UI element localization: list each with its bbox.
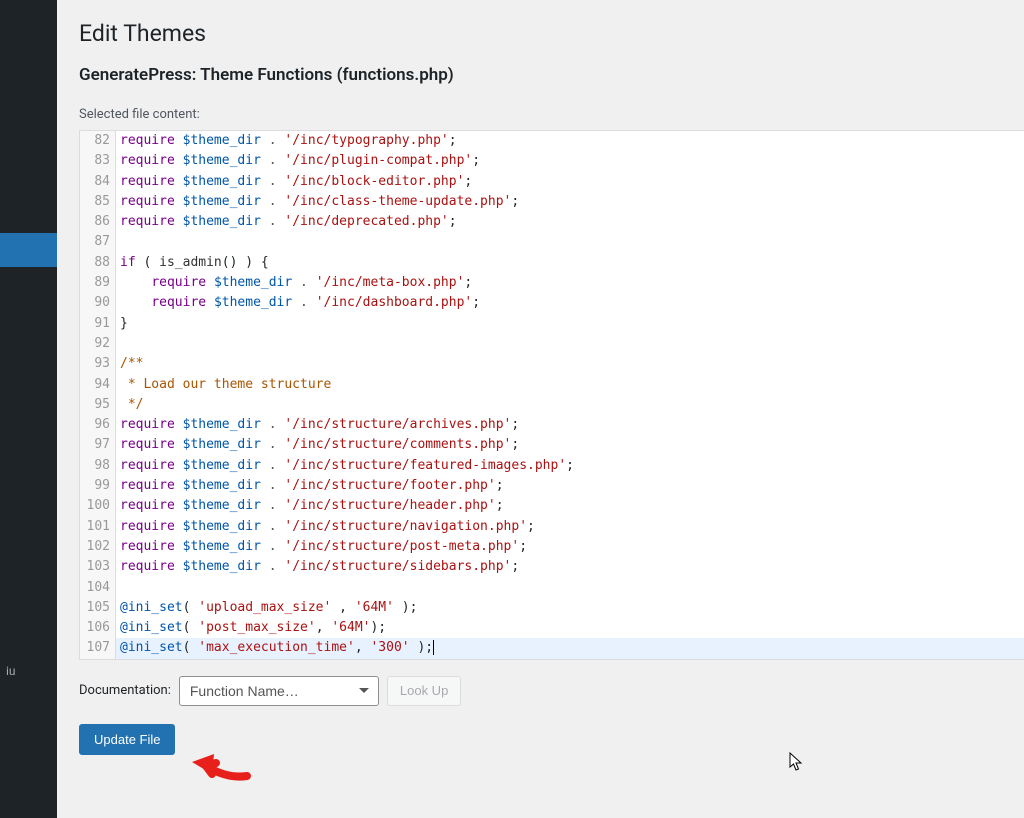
code-line[interactable]: 86require $theme_dir . '/inc/deprecated.… [80,212,1024,232]
line-code[interactable]: require $theme_dir . '/inc/structure/nav… [116,517,535,537]
line-number: 86 [80,212,116,232]
code-line[interactable]: 107@ini_set( 'max_execution_time', '300'… [80,638,1024,658]
line-number: 99 [80,476,116,496]
line-number: 83 [80,151,116,171]
code-line[interactable]: 82require $theme_dir . '/inc/typography.… [80,131,1024,151]
code-line[interactable]: 101require $theme_dir . '/inc/structure/… [80,517,1024,537]
line-code[interactable]: require $theme_dir . '/inc/structure/arc… [116,415,519,435]
line-number: 103 [80,557,116,577]
code-line[interactable]: 94 * Load our theme structure [80,375,1024,395]
line-number: 91 [80,314,116,334]
line-number: 97 [80,435,116,455]
documentation-row: Documentation: Function Name… Look Up [79,676,1024,706]
sidebar-collapse-label: iu [6,664,16,680]
line-code[interactable]: require $theme_dir . '/inc/meta-box.php'… [116,273,472,293]
line-number: 94 [80,375,116,395]
line-number: 82 [80,131,116,151]
line-code[interactable]: if ( is_admin() ) { [116,253,269,273]
code-line[interactable]: 83require $theme_dir . '/inc/plugin-comp… [80,151,1024,171]
lookup-button[interactable]: Look Up [387,676,461,706]
update-file-button[interactable]: Update File [79,724,175,755]
code-line[interactable]: 106@ini_set( 'post_max_size', '64M'); [80,618,1024,638]
line-code[interactable]: @ini_set( 'max_execution_time', '300' ); [116,638,1024,658]
line-number: 84 [80,172,116,192]
line-number: 93 [80,354,116,374]
code-line[interactable]: 102require $theme_dir . '/inc/structure/… [80,537,1024,557]
code-line[interactable]: 98require $theme_dir . '/inc/structure/f… [80,456,1024,476]
code-editor[interactable]: 82require $theme_dir . '/inc/typography.… [79,130,1024,660]
line-number: 95 [80,395,116,415]
code-line[interactable]: 99require $theme_dir . '/inc/structure/f… [80,476,1024,496]
code-line[interactable]: 95 */ [80,395,1024,415]
line-number: 88 [80,253,116,273]
code-line[interactable]: 92 [80,334,1024,354]
code-line[interactable]: 91} [80,314,1024,334]
code-line[interactable]: 93/** [80,354,1024,374]
code-line[interactable]: 89 require $theme_dir . '/inc/meta-box.p… [80,273,1024,293]
code-line[interactable]: 96require $theme_dir . '/inc/structure/a… [80,415,1024,435]
line-code[interactable] [116,578,120,598]
line-code[interactable]: /** [116,354,143,374]
line-number: 85 [80,192,116,212]
line-code[interactable]: require $theme_dir . '/inc/structure/foo… [116,476,504,496]
code-line[interactable]: 84require $theme_dir . '/inc/block-edito… [80,172,1024,192]
code-line[interactable]: 104 [80,578,1024,598]
admin-sidebar[interactable]: iu [0,0,57,818]
line-number: 102 [80,537,116,557]
page-subtitle: GeneratePress: Theme Functions (function… [79,65,1024,85]
code-line[interactable]: 103require $theme_dir . '/inc/structure/… [80,557,1024,577]
line-number: 92 [80,334,116,354]
code-line[interactable]: 85require $theme_dir . '/inc/class-theme… [80,192,1024,212]
line-code[interactable]: @ini_set( 'upload_max_size' , '64M' ); [116,598,417,618]
line-code[interactable]: } [116,314,128,334]
line-code[interactable]: require $theme_dir . '/inc/dashboard.php… [116,293,480,313]
page-title: Edit Themes [79,20,1024,47]
line-number: 87 [80,232,116,252]
line-code[interactable]: */ [116,395,143,415]
line-number: 107 [80,638,116,658]
line-number: 90 [80,293,116,313]
line-code[interactable]: @ini_set( 'post_max_size', '64M'); [116,618,386,638]
line-number: 101 [80,517,116,537]
line-code[interactable]: require $theme_dir . '/inc/plugin-compat… [116,151,480,171]
code-line[interactable]: 88if ( is_admin() ) { [80,253,1024,273]
line-number: 98 [80,456,116,476]
line-code[interactable]: require $theme_dir . '/inc/class-theme-u… [116,192,519,212]
line-code[interactable]: require $theme_dir . '/inc/structure/sid… [116,557,519,577]
code-line[interactable]: 105@ini_set( 'upload_max_size' , '64M' )… [80,598,1024,618]
line-code[interactable]: require $theme_dir . '/inc/typography.ph… [116,131,457,151]
line-code[interactable]: require $theme_dir . '/inc/structure/fea… [116,456,574,476]
line-number: 96 [80,415,116,435]
code-line[interactable]: 97require $theme_dir . '/inc/structure/c… [80,435,1024,455]
code-line[interactable]: 90 require $theme_dir . '/inc/dashboard.… [80,293,1024,313]
line-number: 105 [80,598,116,618]
line-number: 106 [80,618,116,638]
selected-file-label: Selected file content: [79,107,1024,122]
line-code[interactable]: * Load our theme structure [116,375,331,395]
code-line[interactable]: 87 [80,232,1024,252]
code-line[interactable]: 100require $theme_dir . '/inc/structure/… [80,496,1024,516]
sidebar-active-item[interactable] [0,233,57,267]
documentation-label: Documentation: [79,683,171,698]
line-code[interactable]: require $theme_dir . '/inc/structure/pos… [116,537,527,557]
line-code[interactable] [116,232,120,252]
main-content: Edit Themes GeneratePress: Theme Functio… [57,0,1024,818]
line-code[interactable]: require $theme_dir . '/inc/structure/hea… [116,496,504,516]
line-code[interactable]: require $theme_dir . '/inc/structure/com… [116,435,519,455]
line-code[interactable] [116,334,120,354]
documentation-select[interactable]: Function Name… [179,676,379,706]
line-code[interactable]: require $theme_dir . '/inc/deprecated.ph… [116,212,457,232]
line-number: 89 [80,273,116,293]
line-number: 104 [80,578,116,598]
line-code[interactable]: require $theme_dir . '/inc/block-editor.… [116,172,472,192]
line-number: 100 [80,496,116,516]
